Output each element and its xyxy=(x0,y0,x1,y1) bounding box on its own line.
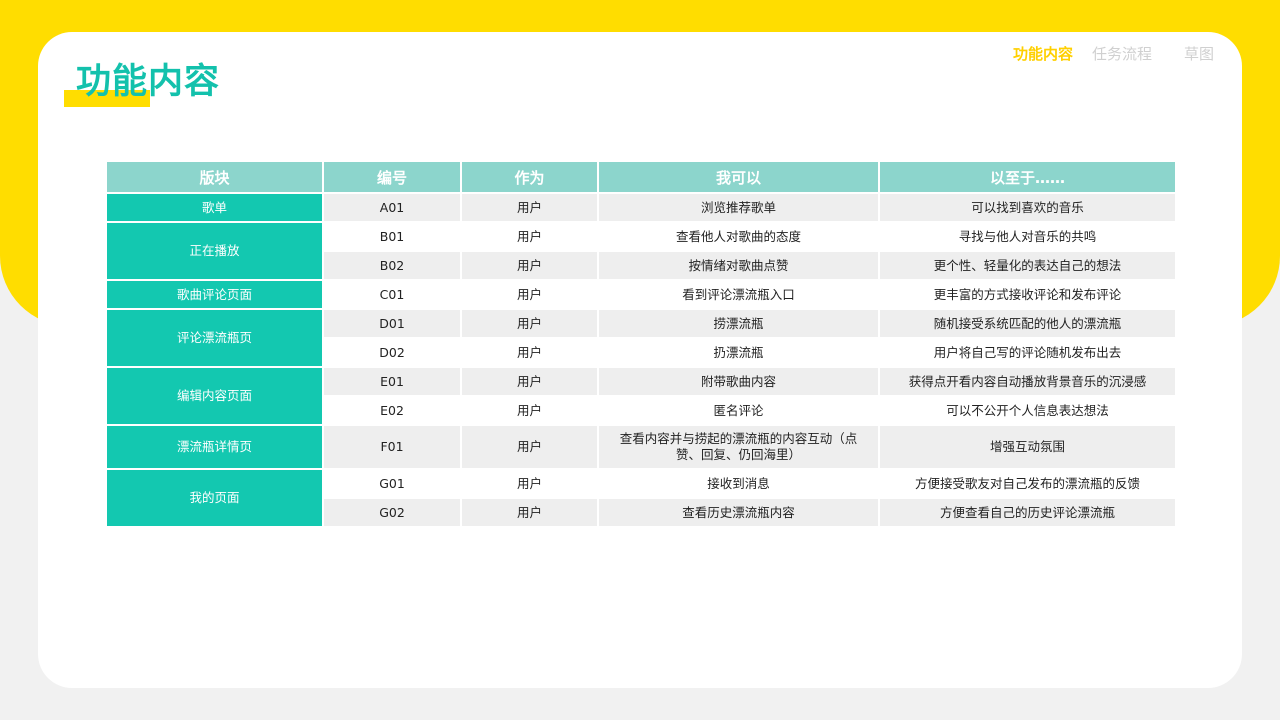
action-cell: 看到评论漂流瓶入口 xyxy=(597,279,880,310)
id-cell: B02 xyxy=(322,250,462,281)
role-cell: 用户 xyxy=(460,395,599,426)
goal-cell: 用户将自己写的评论随机发布出去 xyxy=(878,337,1177,368)
header-goal: 以至于…… xyxy=(878,160,1177,194)
id-cell: D01 xyxy=(322,308,462,339)
role-cell: 用户 xyxy=(460,308,599,339)
role-cell: 用户 xyxy=(460,497,599,528)
id-cell: G02 xyxy=(322,497,462,528)
table-row: 歌单 A01 用户 浏览推荐歌单 可以找到喜欢的音乐 xyxy=(105,192,1177,223)
section-nav: 功能内容 任务流程 草图 xyxy=(1006,43,1222,65)
id-cell: E02 xyxy=(322,395,462,426)
table-row: 漂流瓶详情页 F01 用户 查看内容并与捞起的漂流瓶的内容互动（点赞、回复、仍回… xyxy=(105,424,1177,470)
nav-item-task-flow[interactable]: 任务流程 xyxy=(1092,43,1152,65)
goal-cell: 随机接受系统匹配的他人的漂流瓶 xyxy=(878,308,1177,339)
goal-cell: 方便接受歌友对自己发布的漂流瓶的反馈 xyxy=(878,468,1177,499)
id-cell: A01 xyxy=(322,192,462,223)
goal-cell: 寻找与他人对音乐的共鸣 xyxy=(878,221,1177,252)
action-cell: 查看历史漂流瓶内容 xyxy=(597,497,880,528)
goal-cell: 可以不公开个人信息表达想法 xyxy=(878,395,1177,426)
action-cell: 匿名评论 xyxy=(597,395,880,426)
nav-item-function-content[interactable]: 功能内容 xyxy=(1013,43,1073,65)
id-cell: G01 xyxy=(322,468,462,499)
feature-table: 版块 编号 作为 我可以 以至于…… 歌单 A01 用户 浏览推荐歌单 可以找到… xyxy=(105,160,1177,528)
block-cell: 我的页面 xyxy=(105,468,324,528)
table-row: 评论漂流瓶页 D01 用户 捞漂流瓶 随机接受系统匹配的他人的漂流瓶 xyxy=(105,308,1177,368)
id-cell: B01 xyxy=(322,221,462,252)
block-cell: 编辑内容页面 xyxy=(105,366,324,426)
role-cell: 用户 xyxy=(460,192,599,223)
block-cell: 评论漂流瓶页 xyxy=(105,308,324,368)
goal-cell: 增强互动氛围 xyxy=(878,424,1177,470)
block-cell: 歌单 xyxy=(105,192,324,223)
table-row: 歌曲评论页面 C01 用户 看到评论漂流瓶入口 更丰富的方式接收评论和发布评论 xyxy=(105,279,1177,310)
id-cell: E01 xyxy=(322,366,462,397)
nav-item-sketch[interactable]: 草图 xyxy=(1184,43,1214,65)
table-row: 我的页面 G01 用户 接收到消息 方便接受歌友对自己发布的漂流瓶的反馈 xyxy=(105,468,1177,528)
page-title: 功能内容 xyxy=(76,62,221,102)
page-title-group: 功能内容 xyxy=(64,60,234,110)
action-cell: 扔漂流瓶 xyxy=(597,337,880,368)
goal-cell: 更个性、轻量化的表达自己的想法 xyxy=(878,250,1177,281)
role-cell: 用户 xyxy=(460,250,599,281)
action-cell: 接收到消息 xyxy=(597,468,880,499)
role-cell: 用户 xyxy=(460,366,599,397)
id-cell: C01 xyxy=(322,279,462,310)
goal-cell: 方便查看自己的历史评论漂流瓶 xyxy=(878,497,1177,528)
action-cell: 按情绪对歌曲点赞 xyxy=(597,250,880,281)
id-cell: F01 xyxy=(322,424,462,470)
goal-cell: 可以找到喜欢的音乐 xyxy=(878,192,1177,223)
header-role: 作为 xyxy=(460,160,599,194)
table-row: 正在播放 B01 用户 查看他人对歌曲的态度 寻找与他人对音乐的共鸣 xyxy=(105,221,1177,281)
goal-cell: 更丰富的方式接收评论和发布评论 xyxy=(878,279,1177,310)
action-cell: 查看内容并与捞起的漂流瓶的内容互动（点赞、回复、仍回海里） xyxy=(597,424,880,470)
id-cell: D02 xyxy=(322,337,462,368)
role-cell: 用户 xyxy=(460,468,599,499)
action-cell: 捞漂流瓶 xyxy=(597,308,880,339)
block-cell: 歌曲评论页面 xyxy=(105,279,324,310)
role-cell: 用户 xyxy=(460,221,599,252)
role-cell: 用户 xyxy=(460,337,599,368)
role-cell: 用户 xyxy=(460,279,599,310)
action-cell: 附带歌曲内容 xyxy=(597,366,880,397)
header-action: 我可以 xyxy=(597,160,880,194)
action-cell: 浏览推荐歌单 xyxy=(597,192,880,223)
table-row: 编辑内容页面 E01 用户 附带歌曲内容 获得点开看内容自动播放背景音乐的沉浸感 xyxy=(105,366,1177,426)
role-cell: 用户 xyxy=(460,424,599,470)
block-cell: 正在播放 xyxy=(105,221,324,281)
header-block: 版块 xyxy=(105,160,324,194)
table-header-row: 版块 编号 作为 我可以 以至于…… xyxy=(105,160,1177,194)
action-cell: 查看他人对歌曲的态度 xyxy=(597,221,880,252)
block-cell: 漂流瓶详情页 xyxy=(105,424,324,470)
goal-cell: 获得点开看内容自动播放背景音乐的沉浸感 xyxy=(878,366,1177,397)
header-id: 编号 xyxy=(322,160,462,194)
